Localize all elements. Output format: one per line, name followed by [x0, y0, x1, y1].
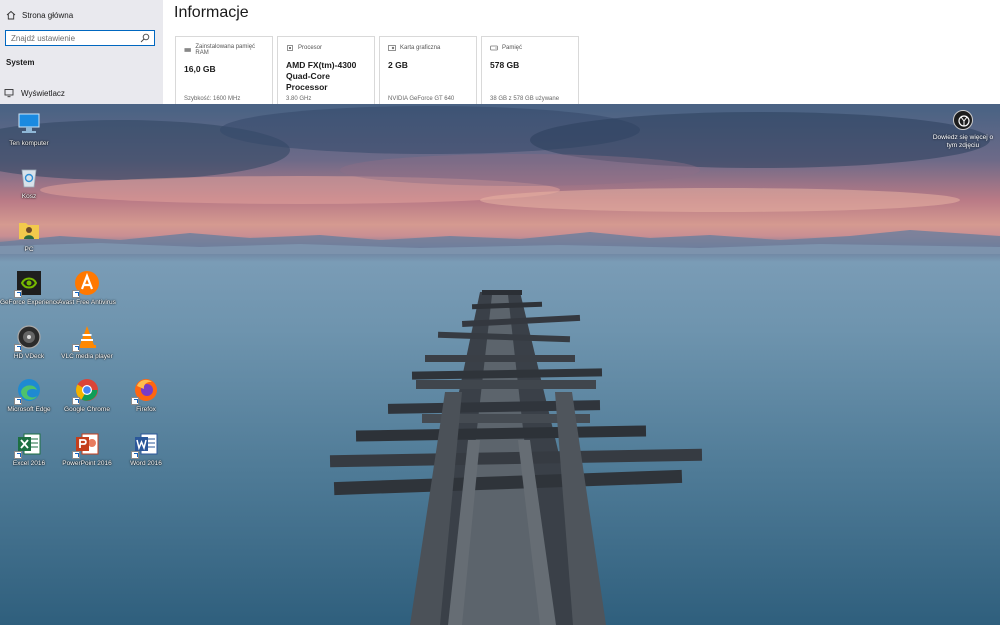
desktop-icon-label: Firefox	[136, 406, 156, 413]
desktop-icon-excel[interactable]: Excel 2016	[0, 431, 58, 468]
desktop-icon-recycle-bin[interactable]: Kosz	[0, 164, 58, 201]
desktop-icon-label: Google Chrome	[64, 406, 110, 413]
display-icon	[4, 89, 14, 98]
desktop-icon-label: VLC media player	[61, 353, 113, 360]
settings-sidebar: Strona główna System Wyświetlacz	[0, 0, 163, 104]
desktop-icon-this-pc[interactable]: Ten komputer	[0, 111, 58, 148]
desktop-icon-vlc[interactable]: VLC media player	[58, 324, 116, 361]
shortcut-arrow-icon	[72, 451, 80, 459]
spec-card-sub: 38 GB z 578 GB używane	[490, 96, 560, 102]
spec-card-value: 16,0 GB	[184, 64, 216, 74]
desktop-icon-hd-vdeck[interactable]: HD VDeck	[0, 324, 58, 361]
spec-card-label: Procesor	[298, 45, 323, 51]
about-this-picture-label: Dowiedz się więcej o tym zdjęciu	[932, 134, 994, 149]
desktop-icon-label: Kosz	[21, 193, 37, 200]
search-input[interactable]	[6, 31, 136, 45]
shortcut-arrow-icon	[72, 397, 80, 405]
spec-card-ram: Zainstalowana pamięć RAM 16,0 GB Szybkoś…	[175, 36, 273, 104]
shortcut-arrow-icon	[14, 397, 22, 405]
desktop-icon-label: Microsoft Edge	[7, 406, 51, 413]
spec-card-label: Karta graficzna	[400, 45, 441, 51]
desktop-icon-edge[interactable]: Microsoft Edge	[0, 377, 58, 414]
nav-item-display-label: Wyświetlacz	[21, 88, 65, 98]
ram-icon	[184, 48, 191, 52]
shortcut-arrow-icon	[72, 344, 80, 352]
desktop-icon-geforce[interactable]: GeForce Experience	[0, 270, 60, 307]
desktop-icon-label: Excel 2016	[12, 460, 46, 467]
graphics-card-icon	[388, 45, 396, 51]
spec-card-storage: Pamięć 578 GB 38 GB z 578 GB używane	[481, 36, 579, 104]
spec-card-label: Zainstalowana pamięć RAM	[195, 44, 256, 56]
desktop-icon-label: PowerPoint 2016	[62, 460, 112, 467]
desktop-icon-label: HD VDeck	[13, 353, 45, 360]
camera-icon	[958, 115, 970, 127]
nav-item-display[interactable]: Wyświetlacz	[4, 86, 65, 100]
spec-card-value: AMD FX(tm)-4300 Quad-Core Processor	[286, 60, 357, 92]
pier-illustration	[329, 290, 703, 625]
computer-icon	[18, 113, 40, 133]
spec-card-sub: NVIDIA GeForce GT 640	[388, 96, 455, 102]
about-this-picture[interactable]: Dowiedz się więcej o tym zdjęciu	[928, 110, 998, 150]
desktop-icon-powerpoint[interactable]: PowerPoint 2016	[58, 431, 116, 468]
home-icon	[6, 10, 16, 20]
desktop-icon-label: PC	[24, 246, 34, 253]
spec-card-value: 2 GB	[388, 60, 408, 70]
desktop-icon-label: GeForce Experience	[0, 299, 60, 306]
spec-card-value: 578 GB	[490, 60, 520, 70]
desktop-icon-label: Ten komputer	[9, 140, 49, 147]
shortcut-arrow-icon	[131, 397, 139, 405]
shortcut-arrow-icon	[72, 290, 80, 298]
nav-home[interactable]: Strona główna	[6, 8, 156, 22]
spec-card-sub: Szybkość: 1600 MHz	[184, 96, 241, 102]
desktop-icon-word[interactable]: Word 2016	[117, 431, 175, 468]
desktop-icon-user-folder[interactable]: PC	[0, 217, 58, 254]
shortcut-arrow-icon	[131, 451, 139, 459]
desktop-icon-avast[interactable]: Avast Free Antivirus	[58, 270, 116, 307]
nav-home-label: Strona główna	[22, 10, 74, 20]
shortcut-arrow-icon	[14, 290, 22, 298]
user-folder-icon	[19, 223, 39, 239]
settings-search	[5, 30, 155, 46]
nav-section-system: System	[6, 58, 35, 67]
spec-card-processor: Procesor AMD FX(tm)-4300 Quad-Core Proce…	[277, 36, 375, 104]
desktop-icon-chrome[interactable]: Google Chrome	[58, 377, 116, 414]
recycle-bin-icon	[21, 169, 37, 188]
shortcut-arrow-icon	[14, 344, 22, 352]
desktop-icon-label: Avast Free Antivirus	[58, 299, 116, 306]
processor-icon	[287, 45, 293, 51]
settings-window: Strona główna System Wyświetlacz Informa…	[0, 0, 1000, 104]
spec-cards: Zainstalowana pamięć RAM 16,0 GB Szybkoś…	[175, 36, 579, 104]
spec-card-label: Pamięć	[502, 45, 523, 51]
desktop-icon-label: Word 2016	[130, 460, 162, 467]
page-title: Informacje	[174, 4, 249, 21]
spec-card-sub: 3.80 GHz	[286, 96, 312, 102]
desktop-icon-firefox[interactable]: Firefox	[117, 377, 175, 414]
search-icon[interactable]	[140, 33, 150, 43]
storage-icon	[490, 45, 498, 51]
spec-card-graphics: Karta graficzna 2 GB NVIDIA GeForce GT 6…	[379, 36, 477, 104]
shortcut-arrow-icon	[14, 451, 22, 459]
